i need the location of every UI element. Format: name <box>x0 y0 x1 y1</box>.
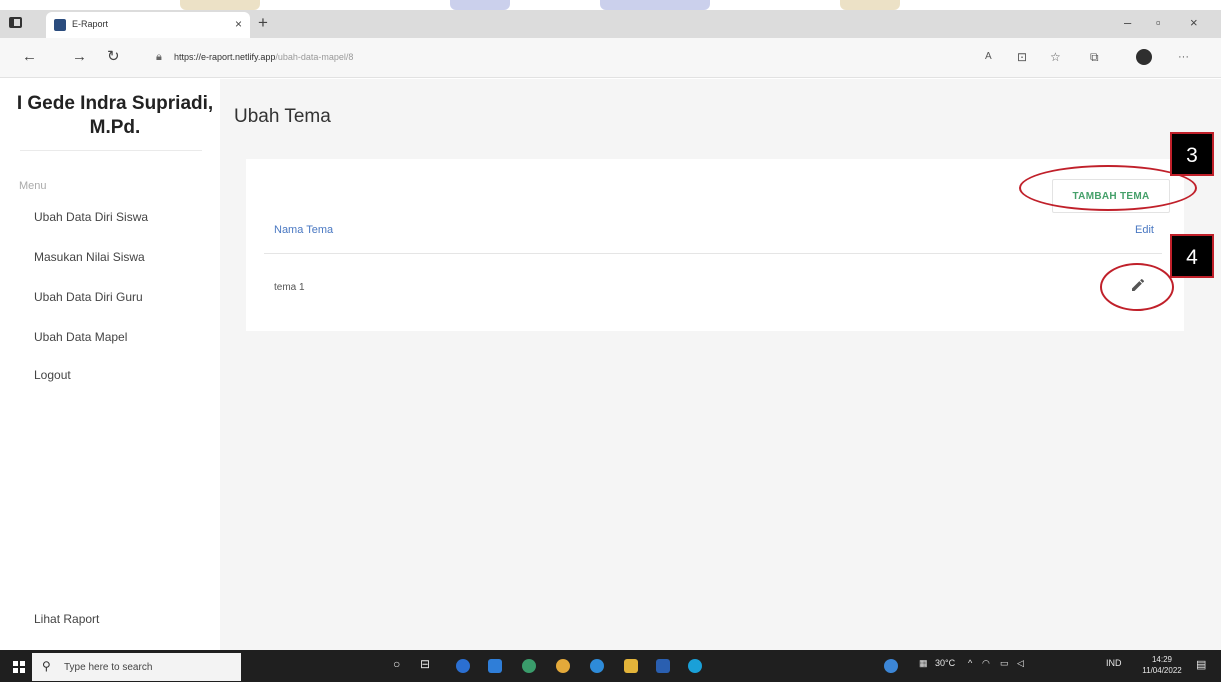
profile-avatar[interactable] <box>1136 49 1152 65</box>
background-decoration <box>180 0 260 10</box>
app-icon-word[interactable] <box>656 659 670 673</box>
task-view-icon[interactable]: ⊟ <box>420 657 430 671</box>
sidebar-item-masukan-nilai-siswa[interactable]: Masukan Nilai Siswa <box>34 250 145 264</box>
url-field[interactable]: 🔒︎ https://e-raport.netlify.app/ubah-dat… <box>148 46 978 70</box>
app-icon-telegram[interactable] <box>590 659 604 673</box>
notification-icon[interactable]: ▤ <box>1196 658 1206 671</box>
collections-icon[interactable]: ⧉ <box>1090 50 1099 64</box>
app-icon-browser[interactable] <box>456 659 470 673</box>
sidebar-divider <box>20 150 202 151</box>
taskbar-clock[interactable]: 14:29 11/04/2022 <box>1142 654 1182 676</box>
browser-tab-bar: E-Raport × + – ▫ × <box>0 10 1221 38</box>
url-path: /ubah-data-mapel/8 <box>275 52 354 62</box>
more-options-icon[interactable]: ··· <box>1178 50 1189 64</box>
windows-start-icon[interactable] <box>13 661 25 673</box>
sidebar-item-lihat-raport[interactable]: Lihat Raport <box>34 612 99 626</box>
minimize-button[interactable]: – <box>1124 15 1131 30</box>
wifi-icon[interactable]: ◠ <box>982 658 990 669</box>
table-divider <box>264 253 1162 254</box>
volume-icon[interactable]: ◁ <box>1017 658 1024 669</box>
back-arrow-icon[interactable]: ← <box>22 49 37 65</box>
weather-icon[interactable]: ▦ <box>919 658 928 669</box>
app-icon-edge[interactable] <box>688 659 702 673</box>
clock-date: 11/04/2022 <box>1142 666 1182 675</box>
app-icon-tray-edge[interactable] <box>884 659 898 673</box>
windows-taskbar: ⚲ Type here to search ○ ⊟ ▦ 30°C ^ ◠ ▭ ◁… <box>0 650 1221 682</box>
app-icon-app3[interactable] <box>522 659 536 673</box>
annotation-label-3: 3 <box>1170 132 1214 176</box>
sidebar-item-ubah-data-diri-siswa[interactable]: Ubah Data Diri Siswa <box>34 210 148 224</box>
favorite-star-icon[interactable]: ☆ <box>1050 50 1061 64</box>
annotation-oval-4 <box>1100 263 1174 311</box>
battery-icon[interactable]: ▭ <box>1000 658 1009 669</box>
sidebar: I Gede Indra Supriadi, M.Pd. Menu Ubah D… <box>0 79 220 650</box>
site-favicon-icon <box>54 19 66 31</box>
sidebar-item-logout[interactable]: Logout <box>34 368 71 382</box>
menu-caption: Menu <box>19 180 47 192</box>
column-header-nama-tema: Nama Tema <box>274 224 334 236</box>
read-aloud-icon[interactable]: A <box>985 50 992 64</box>
taskbar-search[interactable]: ⚲ Type here to search <box>32 653 241 681</box>
refresh-icon[interactable]: ↻ <box>107 49 120 65</box>
sidebar-item-ubah-data-mapel[interactable]: Ubah Data Mapel <box>34 330 127 344</box>
background-decoration <box>600 0 710 10</box>
page-title: Ubah Tema <box>234 106 331 127</box>
clock-time: 14:29 <box>1151 655 1173 664</box>
taskbar-search-placeholder: Type here to search <box>64 662 153 673</box>
immersive-reader-icon[interactable]: ⊡ <box>1017 50 1027 64</box>
sidebar-item-ubah-data-diri-guru[interactable]: Ubah Data Diri Guru <box>34 290 143 304</box>
tab-title: E-Raport <box>72 19 109 29</box>
app-icon-calendar[interactable] <box>488 659 502 673</box>
weather-temperature[interactable]: 30°C <box>935 658 955 668</box>
table-cell-nama-tema: tema 1 <box>274 282 305 293</box>
column-header-edit: Edit <box>1135 224 1154 236</box>
cortana-icon[interactable]: ○ <box>393 657 400 671</box>
annotation-label-4: 4 <box>1170 234 1214 278</box>
tray-arrow-icon[interactable]: ^ <box>968 658 972 668</box>
background-decoration <box>450 0 510 10</box>
forward-arrow-icon[interactable]: → <box>72 49 87 65</box>
tab-close-icon[interactable]: × <box>235 17 242 31</box>
app-icon-file-explorer[interactable] <box>624 659 638 673</box>
background-decoration <box>840 0 900 10</box>
user-name: I Gede Indra Supriadi, M.Pd. <box>16 93 214 138</box>
top-strip <box>0 0 1221 10</box>
close-window-button[interactable]: × <box>1190 15 1198 30</box>
new-tab-button[interactable]: + <box>258 14 268 32</box>
language-indicator[interactable]: IND <box>1106 658 1122 668</box>
maximize-button[interactable]: ▫ <box>1156 15 1161 30</box>
app-icon-chrome[interactable] <box>556 659 570 673</box>
url-host: https://e-raport.netlify.app <box>174 52 276 62</box>
main-content: Ubah Tema TAMBAH TEMA <box>220 79 1221 650</box>
address-bar-row: ← → ↻ 🔒︎ https://e-raport.netlify.app/ub… <box>0 38 1221 78</box>
tab-actions-icon[interactable] <box>9 17 22 28</box>
url-text: https://e-raport.netlify.app/ubah-data-m… <box>174 52 353 62</box>
browser-tab[interactable]: E-Raport × <box>46 12 250 38</box>
lock-icon: 🔒︎ <box>156 51 162 63</box>
search-icon: ⚲ <box>42 659 51 673</box>
